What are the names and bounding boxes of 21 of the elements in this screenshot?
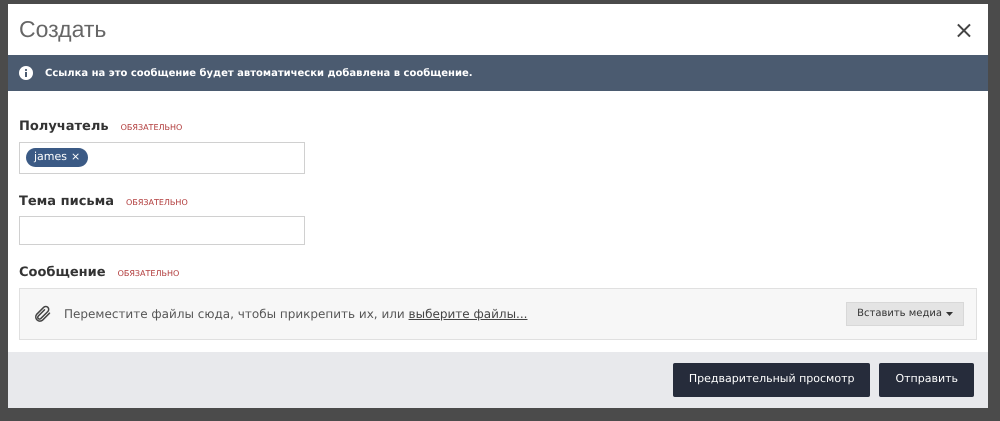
required-label: ОБЯЗАТЕЛЬНО <box>120 122 182 134</box>
info-icon <box>19 66 33 80</box>
notice-text: Ссылка на это сообщение будет автоматически добавлена в сообщение. <box>45 66 473 80</box>
close-button[interactable]: × <box>954 18 974 42</box>
subject-field[interactable] <box>19 216 305 245</box>
recipient-field[interactable]: james × <box>19 142 305 174</box>
field-label: Тема письма <box>19 192 114 210</box>
insert-media-button[interactable]: Вставить медиа <box>846 302 964 326</box>
dialog-title: Создать <box>19 15 106 44</box>
file-drop-zone[interactable]: Переместите файлы сюда, чтобы прикрепить их, или выберите файлы... Вставить медиа <box>19 288 977 340</box>
recipient-tag[interactable]: james × <box>26 148 88 167</box>
footer-button[interactable]: Отправить <box>879 362 974 396</box>
field-label: Сообщение <box>19 264 106 282</box>
required-label: ОБЯЗАТЕЛЬНО <box>126 196 188 208</box>
field-label: Получатель <box>19 118 109 136</box>
paperclip-icon <box>32 302 52 324</box>
footer-button[interactable]: Предварительный просмотр <box>672 362 870 396</box>
caret-icon <box>946 312 953 316</box>
required-label: ОБЯЗАТЕЛЬНО <box>118 268 180 280</box>
drop-hint: Переместите файлы сюда, чтобы прикрепить их, или выберите файлы... <box>64 306 528 322</box>
choose-files-link[interactable]: выберите файлы... <box>408 306 528 320</box>
